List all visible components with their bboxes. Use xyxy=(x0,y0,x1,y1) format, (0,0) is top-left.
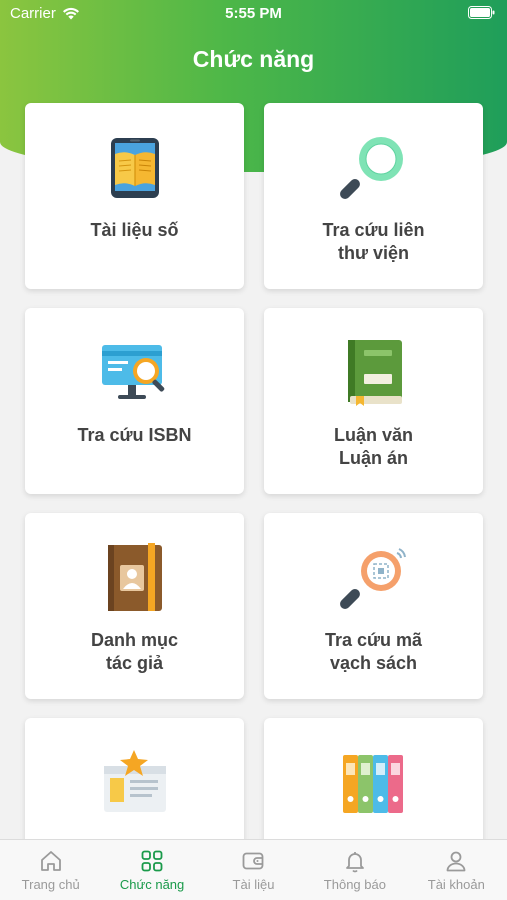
tab-label: Tài liệu xyxy=(232,877,275,892)
author-directory-icon xyxy=(100,543,170,613)
card-label: Tra cứu liên thư viện xyxy=(322,220,425,263)
status-time: 5:55 PM xyxy=(225,5,282,22)
tab-bar: Trang chủ Chức năng Tài liệu Thông báo T… xyxy=(0,839,507,900)
barcode-search-icon xyxy=(339,543,409,613)
card-author-directory[interactable]: Danh mục tác giả xyxy=(25,513,244,699)
card-label: Tra cứu ISBN xyxy=(77,425,192,445)
tab-functions[interactable]: Chức năng xyxy=(101,840,202,900)
page-title: Chức năng xyxy=(192,46,315,72)
tab-notifications[interactable]: Thông báo xyxy=(304,840,405,900)
status-bar: Carrier 5:55 PM xyxy=(0,0,507,28)
card-isbn-search[interactable]: Tra cứu ISBN xyxy=(25,308,244,494)
tab-label: Trang chủ xyxy=(21,877,80,892)
card-barcode-search[interactable]: Tra cứu mã vạch sách xyxy=(264,513,483,699)
card-thesis[interactable]: Luận văn Luận án xyxy=(264,308,483,494)
monitor-search-icon xyxy=(100,338,170,408)
bell-icon xyxy=(345,852,364,873)
starred-document-icon xyxy=(100,748,170,818)
card-label: Tra cứu mã vạch sách xyxy=(324,630,423,673)
battery-icon xyxy=(468,6,495,23)
grid-icon xyxy=(141,850,163,872)
colored-binders-icon xyxy=(339,748,409,818)
tab-label: Tài khoản xyxy=(427,877,485,892)
tab-home[interactable]: Trang chủ xyxy=(0,840,101,900)
tab-label: Thông báo xyxy=(323,877,386,892)
tab-documents[interactable]: Tài liệu xyxy=(203,840,304,900)
green-book-icon xyxy=(339,338,409,408)
user-icon xyxy=(446,851,466,872)
card-label: Luận văn Luận án xyxy=(333,425,413,468)
ebook-icon xyxy=(100,133,170,203)
magnifier-icon xyxy=(339,133,409,203)
tab-account[interactable]: Tài khoản xyxy=(406,840,507,900)
home-icon xyxy=(40,851,61,871)
feature-grid: Tài liệu số Tra cứu liên thư viện Tra cứ… xyxy=(25,103,483,900)
card-label: Tài liệu số xyxy=(90,220,179,240)
card-interlibrary-search[interactable]: Tra cứu liên thư viện xyxy=(264,103,483,289)
wallet-icon xyxy=(243,852,264,870)
card-label: Danh mục tác giả xyxy=(90,630,178,673)
tab-label: Chức năng xyxy=(119,877,185,892)
card-digital-documents[interactable]: Tài liệu số xyxy=(25,103,244,289)
